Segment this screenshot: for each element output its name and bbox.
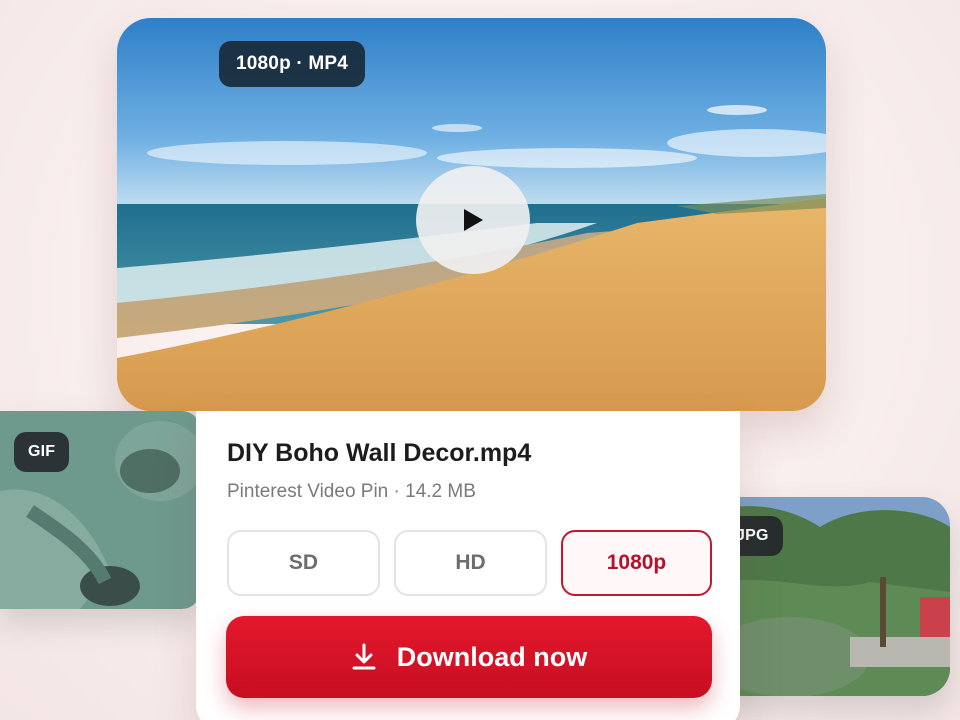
file-meta: Pinterest Video Pin · 14.2 MB xyxy=(227,481,476,503)
format-badge: 1080p · MP4 xyxy=(219,41,366,87)
download-icon xyxy=(351,643,377,671)
file-name: DIY Boho Wall Decor.mp4 xyxy=(227,439,532,467)
quality-option-hd[interactable]: HD xyxy=(394,530,547,596)
play-button[interactable] xyxy=(416,166,530,274)
download-panel: DIY Boho Wall Decor.mp4 Pinterest Video … xyxy=(196,411,740,720)
download-button[interactable]: Download now xyxy=(226,616,712,698)
quality-option-sd[interactable]: SD xyxy=(227,530,380,596)
gif-preview-card[interactable]: GIF xyxy=(0,411,200,609)
quality-option-1080p[interactable]: 1080p xyxy=(561,530,712,596)
file-source: Pinterest Video Pin xyxy=(227,481,389,502)
download-label: Download now xyxy=(396,641,588,672)
video-preview-card[interactable]: 1080p · MP4 xyxy=(117,18,826,411)
meta-separator: · xyxy=(393,481,400,502)
play-icon xyxy=(464,209,483,231)
gif-badge: GIF xyxy=(14,432,70,472)
file-size: 14.2 MB xyxy=(405,481,476,502)
